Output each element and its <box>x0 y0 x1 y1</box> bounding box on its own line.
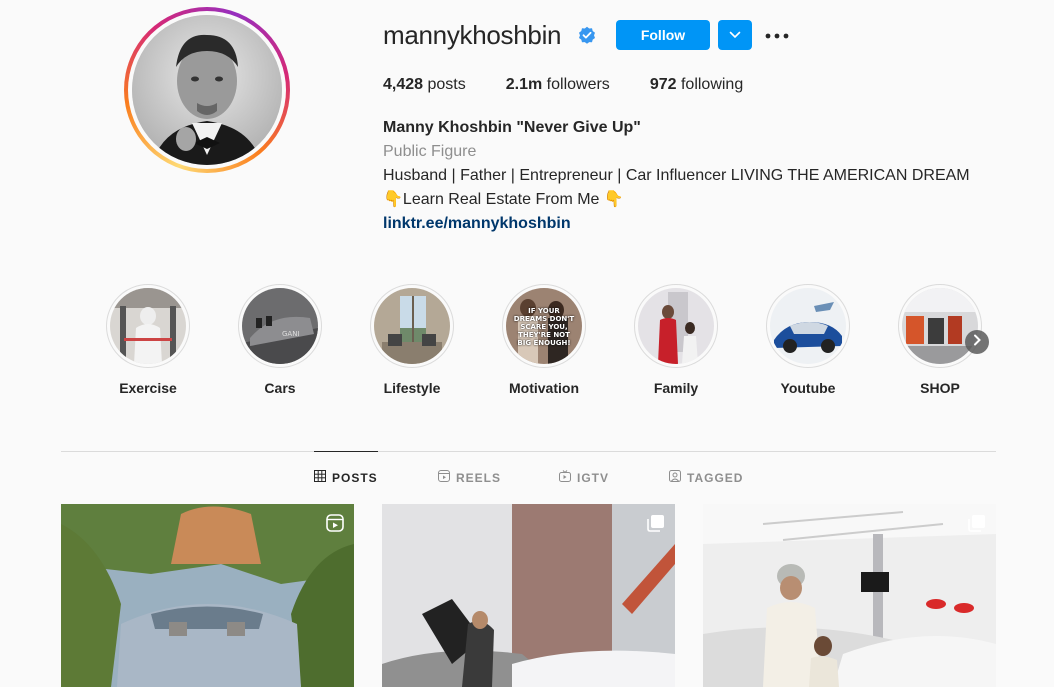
highlight-ring: GANI <box>238 284 322 368</box>
profile-bio: Manny Khoshbin "Never Give Up" Public Fi… <box>383 116 970 236</box>
highlight-label: Exercise <box>119 380 177 396</box>
highlight-label: Motivation <box>509 380 579 396</box>
suggested-accounts-button[interactable] <box>718 20 752 50</box>
highlight-label: Youtube <box>780 380 836 396</box>
highlight-cars[interactable]: GANI Cars <box>238 284 322 396</box>
highlight-exercise[interactable]: Exercise <box>106 284 190 396</box>
followers-link[interactable]: 2.1m followers <box>506 76 610 94</box>
highlight-ring <box>106 284 190 368</box>
profile-avatar[interactable] <box>124 7 290 173</box>
follow-button[interactable]: Follow <box>616 20 710 50</box>
carousel-icon <box>647 514 665 537</box>
highlight-cover <box>638 288 714 364</box>
verified-badge-icon <box>578 26 596 44</box>
profile-full-name: Manny Khoshbin "Never Give Up" <box>383 119 641 136</box>
highlight-youtube[interactable]: Youtube <box>766 284 850 396</box>
igtv-icon <box>559 470 577 485</box>
highlight-cover <box>110 288 186 364</box>
highlight-ring <box>766 284 850 368</box>
profile-stats: 4,428 posts 2.1m followers 972 following <box>383 76 783 94</box>
highlight-label: Lifestyle <box>383 380 441 396</box>
tab-label: REELS <box>456 470 502 485</box>
chevron-right-icon <box>972 333 982 351</box>
highlight-cover <box>770 288 846 364</box>
highlight-cover: IF YOUR DREAMS DON'T SCARE YOU, THEY'RE … <box>506 288 582 364</box>
tab-igtv[interactable]: IGTV <box>559 470 609 485</box>
highlights-next-button[interactable] <box>965 330 989 354</box>
more-horizontal-icon <box>765 26 789 44</box>
tab-posts[interactable]: POSTS <box>314 470 378 485</box>
highlight-family[interactable]: Family <box>634 284 718 396</box>
highlight-cover <box>374 288 450 364</box>
profile-username: mannykhoshbin <box>383 20 562 50</box>
chevron-down-icon <box>729 26 741 44</box>
more-options-button[interactable] <box>764 24 790 46</box>
highlight-label: SHOP <box>920 380 960 396</box>
post-thumbnail[interactable] <box>703 504 996 687</box>
highlight-cover: GANI <box>242 288 318 364</box>
bio-link[interactable]: linktr.ee/mannykhoshbin <box>383 212 970 236</box>
reels-icon <box>438 470 456 485</box>
grid-icon <box>314 470 332 485</box>
posts-count: 4,428 posts <box>383 76 466 93</box>
bio-text-cta: 👇Learn Real Estate From Me 👇 <box>383 191 624 208</box>
highlight-motivation[interactable]: IF YOUR DREAMS DON'T SCARE YOU, THEY'RE … <box>502 284 586 396</box>
highlight-label: Family <box>653 380 699 396</box>
highlight-label: Cars <box>264 380 296 396</box>
following-link[interactable]: 972 following <box>650 76 743 94</box>
post-thumbnail[interactable] <box>61 504 354 687</box>
tab-reels[interactable]: REELS <box>438 470 501 485</box>
highlight-lifestyle[interactable]: Lifestyle <box>370 284 454 396</box>
highlight-cover <box>902 288 978 364</box>
highlight-ring <box>898 284 982 368</box>
profile-category: Public Figure <box>383 143 477 160</box>
highlight-ring: IF YOUR DREAMS DON'T SCARE YOU, THEY'RE … <box>502 284 586 368</box>
tab-tagged[interactable]: TAGGED <box>669 470 743 485</box>
tab-label: IGTV <box>577 470 610 485</box>
reel-icon <box>326 514 344 537</box>
active-tab-indicator <box>314 451 378 452</box>
motivation-quote-text: IF YOUR DREAMS DON'T SCARE YOU, THEY'RE … <box>513 307 575 347</box>
bio-text: Husband | Father | Entrepreneur | Car In… <box>383 167 970 184</box>
tab-label: POSTS <box>332 470 378 485</box>
avatar-border <box>128 11 286 169</box>
post-thumbnail[interactable] <box>382 504 675 687</box>
tab-label: TAGGED <box>687 470 744 485</box>
tagged-icon <box>669 470 687 485</box>
tabs-divider <box>61 451 996 452</box>
avatar-photo <box>132 15 282 165</box>
highlight-ring <box>634 284 718 368</box>
highlight-ring <box>370 284 454 368</box>
svg-text:GANI: GANI <box>282 330 300 338</box>
carousel-icon <box>968 514 986 537</box>
